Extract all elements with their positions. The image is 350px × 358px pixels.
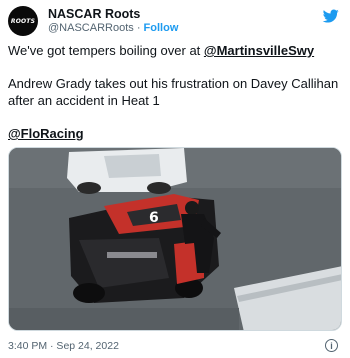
tweet-header: ROOTS NASCAR Roots @NASCARRoots · Follow bbox=[8, 6, 342, 36]
mention-floracing[interactable]: @FloRacing bbox=[8, 126, 84, 141]
handle-row: @NASCARRoots · Follow bbox=[48, 21, 178, 35]
tweet-text-line-1: We've got tempers boiling over at bbox=[8, 43, 204, 58]
tweet-timestamp[interactable]: 3:40 PM · Sep 24, 2022 bbox=[8, 340, 119, 352]
car-number-label: 6 bbox=[149, 210, 159, 226]
video-frame-illustration: 6 bbox=[9, 148, 341, 330]
author-display-name[interactable]: NASCAR Roots bbox=[48, 7, 178, 21]
follow-button[interactable]: Follow bbox=[144, 22, 179, 34]
mention-martinsvilleswy[interactable]: @MartinsvilleSwy bbox=[204, 43, 314, 58]
tweet-card: ROOTS NASCAR Roots @NASCARRoots · Follow… bbox=[0, 0, 350, 358]
avatar-logo-text: ROOTS bbox=[10, 17, 36, 25]
twitter-bird-icon[interactable] bbox=[322, 8, 340, 24]
separator-dot: · bbox=[136, 22, 141, 34]
tweet-body: We've got tempers boiling over at @Marti… bbox=[8, 42, 342, 158]
tweet-media-video[interactable]: 6 bbox=[8, 147, 342, 331]
tweet-paragraph-1: We've got tempers boiling over at @Marti… bbox=[8, 42, 342, 59]
author-block: NASCAR Roots @NASCARRoots · Follow bbox=[48, 7, 178, 35]
tweet-paragraph-3: @FloRacing bbox=[8, 125, 342, 142]
info-icon[interactable]: i bbox=[325, 339, 338, 352]
tweet-paragraph-2: Andrew Grady takes out his frustration o… bbox=[8, 76, 339, 108]
author-handle[interactable]: @NASCARRoots bbox=[48, 22, 134, 34]
avatar[interactable]: ROOTS bbox=[8, 6, 38, 36]
